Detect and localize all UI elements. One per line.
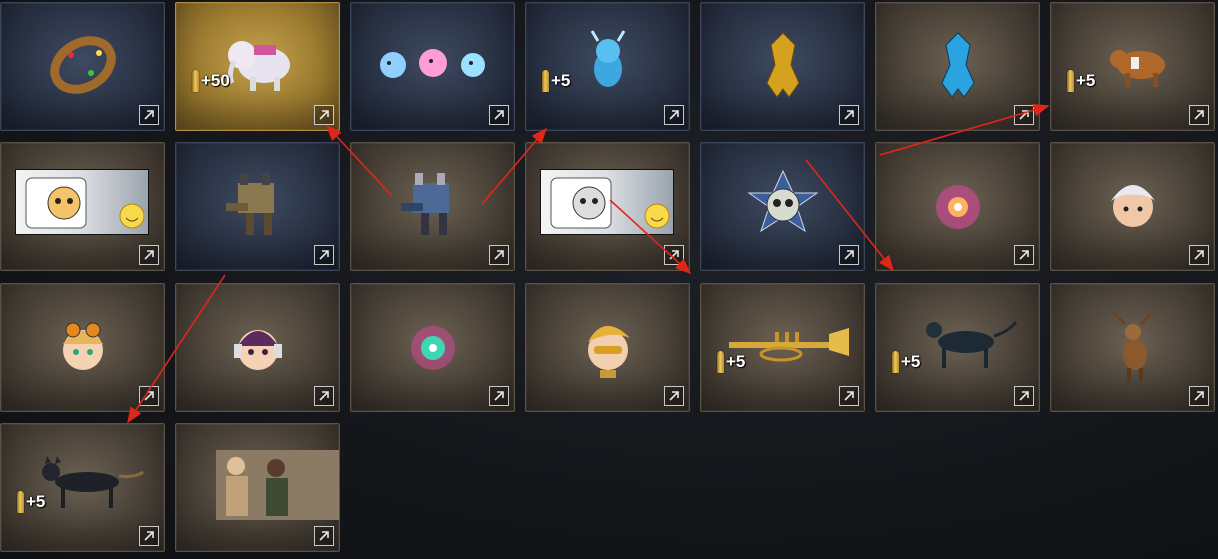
ammo-bonus-value: +50	[201, 71, 230, 90]
external-link-icon[interactable]	[1014, 105, 1034, 125]
ammo-bonus: +50	[192, 69, 230, 93]
item-tile[interactable]: +5	[525, 2, 690, 131]
item-tile[interactable]: +5	[0, 423, 165, 552]
external-link-icon[interactable]	[489, 386, 509, 406]
external-link-icon[interactable]	[839, 386, 859, 406]
item-tile[interactable]	[1050, 283, 1215, 412]
external-link-icon[interactable]	[489, 105, 509, 125]
external-link-icon[interactable]	[1189, 386, 1209, 406]
item-tile[interactable]: +5	[700, 283, 865, 412]
item-tile[interactable]	[700, 142, 865, 271]
item-tile[interactable]	[350, 142, 515, 271]
bullet-icon	[1067, 70, 1074, 92]
bullet-icon	[717, 351, 724, 373]
external-link-icon[interactable]	[839, 105, 859, 125]
item-tile[interactable]	[525, 142, 690, 271]
ammo-bonus-value: +5	[726, 352, 746, 371]
external-link-icon[interactable]	[664, 245, 684, 265]
ammo-bonus: +5	[17, 490, 45, 514]
item-tile[interactable]	[350, 2, 515, 131]
item-tile[interactable]	[0, 2, 165, 131]
item-tile[interactable]	[175, 283, 340, 412]
bullet-icon	[17, 491, 24, 513]
item-tile[interactable]	[0, 142, 165, 271]
item-tile[interactable]	[175, 423, 340, 552]
ammo-bonus: +5	[1067, 69, 1095, 93]
external-link-icon[interactable]	[1189, 245, 1209, 265]
item-tile[interactable]: +5	[875, 283, 1040, 412]
external-link-icon[interactable]	[139, 105, 159, 125]
external-link-icon[interactable]	[314, 526, 334, 546]
external-link-icon[interactable]	[1014, 386, 1034, 406]
external-link-icon[interactable]	[1189, 105, 1209, 125]
external-link-icon[interactable]	[664, 105, 684, 125]
external-link-icon[interactable]	[839, 245, 859, 265]
external-link-icon[interactable]	[1014, 245, 1034, 265]
ammo-bonus: +5	[542, 69, 570, 93]
item-tile[interactable]	[175, 142, 340, 271]
external-link-icon[interactable]	[314, 105, 334, 125]
ammo-bonus: +5	[717, 350, 745, 374]
item-tile[interactable]	[875, 142, 1040, 271]
ammo-bonus-value: +5	[26, 492, 46, 511]
external-link-icon[interactable]	[139, 386, 159, 406]
skull-emote-banner-icon	[540, 169, 674, 235]
external-link-icon[interactable]	[139, 526, 159, 546]
item-tile[interactable]	[350, 283, 515, 412]
external-link-icon[interactable]	[314, 245, 334, 265]
item-tile[interactable]	[875, 2, 1040, 131]
external-link-icon[interactable]	[489, 245, 509, 265]
ammo-bonus-value: +5	[551, 71, 571, 90]
item-tile[interactable]: +50	[175, 2, 340, 131]
ammo-bonus-value: +5	[901, 352, 921, 371]
external-link-icon[interactable]	[314, 386, 334, 406]
item-tile[interactable]	[1050, 142, 1215, 271]
item-tile[interactable]	[700, 2, 865, 131]
external-link-icon[interactable]	[139, 245, 159, 265]
item-grid: +50 +5 +5 +5 +5 +5	[0, 0, 1218, 559]
ammo-bonus-value: +5	[1076, 71, 1096, 90]
item-tile[interactable]	[525, 283, 690, 412]
item-tile[interactable]	[0, 283, 165, 412]
external-link-icon[interactable]	[664, 386, 684, 406]
ammo-bonus: +5	[892, 350, 920, 374]
girl-emote-banner-icon	[15, 169, 149, 235]
item-tile[interactable]: +5	[1050, 2, 1215, 131]
bullet-icon	[892, 351, 899, 373]
bullet-icon	[542, 70, 549, 92]
bullet-icon	[192, 70, 199, 92]
